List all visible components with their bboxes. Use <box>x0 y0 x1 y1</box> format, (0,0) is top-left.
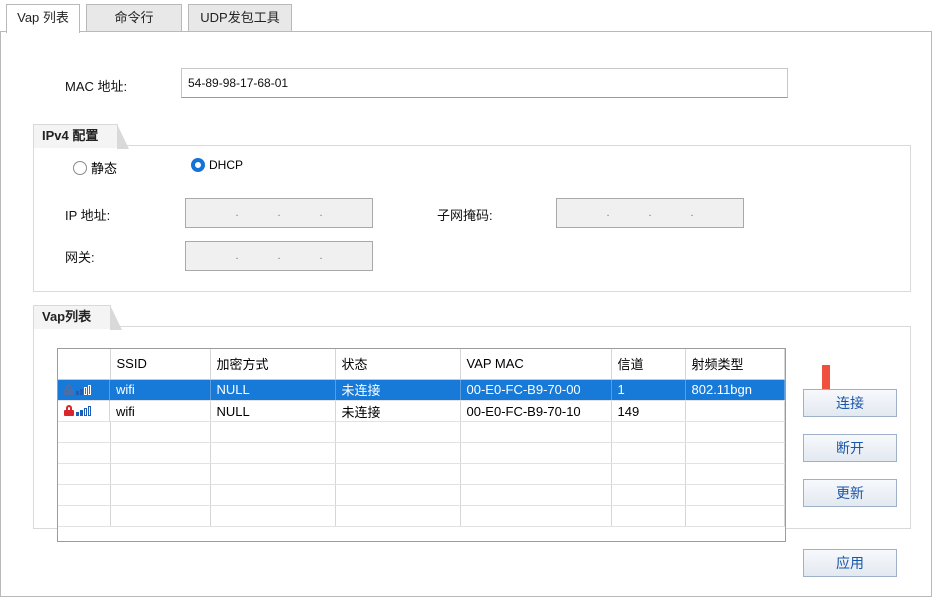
lock-icon <box>64 384 74 395</box>
cell-status: 未连接 <box>335 400 461 422</box>
mac-label: MAC 地址: <box>65 79 128 94</box>
mask-dot: . <box>690 207 694 219</box>
main-panel: MAC 地址: 54-89-98-17-68-01 IPv4 配置 静态 DHC… <box>0 31 932 597</box>
gateway-field[interactable]: . . . <box>185 241 373 271</box>
empty-row <box>58 442 785 464</box>
static-radio[interactable]: 静态 <box>73 158 117 177</box>
empty-row <box>58 505 785 527</box>
column-header-channel[interactable]: 信道 <box>611 349 686 380</box>
table-header-row: SSID 加密方式 状态 VAP MAC 信道 射频类型 <box>58 349 785 380</box>
mac-address-field[interactable]: 54-89-98-17-68-01 <box>181 68 788 98</box>
column-header-status[interactable]: 状态 <box>335 349 461 380</box>
tab-command-line[interactable]: 命令行 <box>86 4 182 32</box>
signal-icon <box>76 405 91 416</box>
mask-dot: . <box>606 207 610 219</box>
column-header-icon <box>58 349 111 380</box>
cell-encryption: NULL <box>210 400 336 422</box>
subnet-mask-label: 子网掩码: <box>437 208 493 223</box>
row-icons <box>58 379 110 401</box>
gateway-dot: . <box>319 250 323 262</box>
empty-row <box>58 463 785 485</box>
ipv4-group-title: IPv4 配置 <box>33 124 129 149</box>
column-header-radio-type[interactable]: 射频类型 <box>685 349 785 380</box>
dhcp-radio-label: DHCP <box>209 158 244 172</box>
dhcp-radio-dot <box>191 158 205 172</box>
column-header-ssid[interactable]: SSID <box>110 349 211 380</box>
cell-channel: 149 <box>611 400 686 422</box>
cell-ssid: wifi <box>110 379 211 401</box>
cell-ssid: wifi <box>110 400 211 422</box>
empty-row <box>58 421 785 443</box>
cell-channel: 1 <box>611 379 686 401</box>
ip-address-field[interactable]: . . . <box>185 198 373 228</box>
tab-vap-list[interactable]: Vap 列表 <box>6 4 80 33</box>
cell-vap-mac: 00-E0-FC-B9-70-00 <box>460 379 612 401</box>
disconnect-button[interactable]: 断开 <box>803 434 897 462</box>
gateway-dot: . <box>235 250 239 262</box>
empty-row <box>58 484 785 506</box>
vap-group-title: Vap列表 <box>33 305 122 330</box>
static-radio-dot <box>73 160 87 175</box>
subnet-mask-field[interactable]: . . . <box>556 198 744 228</box>
connect-button[interactable]: 连接 <box>803 389 897 417</box>
vap-table: SSID 加密方式 状态 VAP MAC 信道 射频类型 wifi NULL 未 <box>57 348 786 542</box>
gateway-label: 网关: <box>65 250 95 265</box>
ip-dot: . <box>319 207 323 219</box>
table-row[interactable]: wifi NULL 未连接 00-E0-FC-B9-70-00 1 802.11… <box>58 379 785 401</box>
mask-dot: . <box>648 207 652 219</box>
tab-udp-tool[interactable]: UDP发包工具 <box>188 4 292 32</box>
table-row[interactable]: wifi NULL 未连接 00-E0-FC-B9-70-10 149 <box>58 400 785 422</box>
ip-dot: . <box>277 207 281 219</box>
cell-radio-type: 802.11bgn <box>685 379 785 401</box>
dhcp-radio[interactable]: DHCP <box>191 158 243 172</box>
lock-icon <box>64 405 74 416</box>
cell-encryption: NULL <box>210 379 336 401</box>
cell-radio-type <box>685 400 785 422</box>
ip-address-label: IP 地址: <box>65 208 111 223</box>
row-icons <box>58 400 110 422</box>
cell-status: 未连接 <box>335 379 461 401</box>
gateway-dot: . <box>277 250 281 262</box>
static-radio-label: 静态 <box>91 161 118 176</box>
tab-bar: Vap 列表 命令行 UDP发包工具 <box>6 4 298 33</box>
cell-vap-mac: 00-E0-FC-B9-70-10 <box>460 400 612 422</box>
apply-button[interactable]: 应用 <box>803 549 897 577</box>
refresh-button[interactable]: 更新 <box>803 479 897 507</box>
ip-dot: . <box>235 207 239 219</box>
column-header-encryption[interactable]: 加密方式 <box>210 349 336 380</box>
column-header-vap-mac[interactable]: VAP MAC <box>460 349 612 380</box>
signal-icon <box>76 384 91 395</box>
